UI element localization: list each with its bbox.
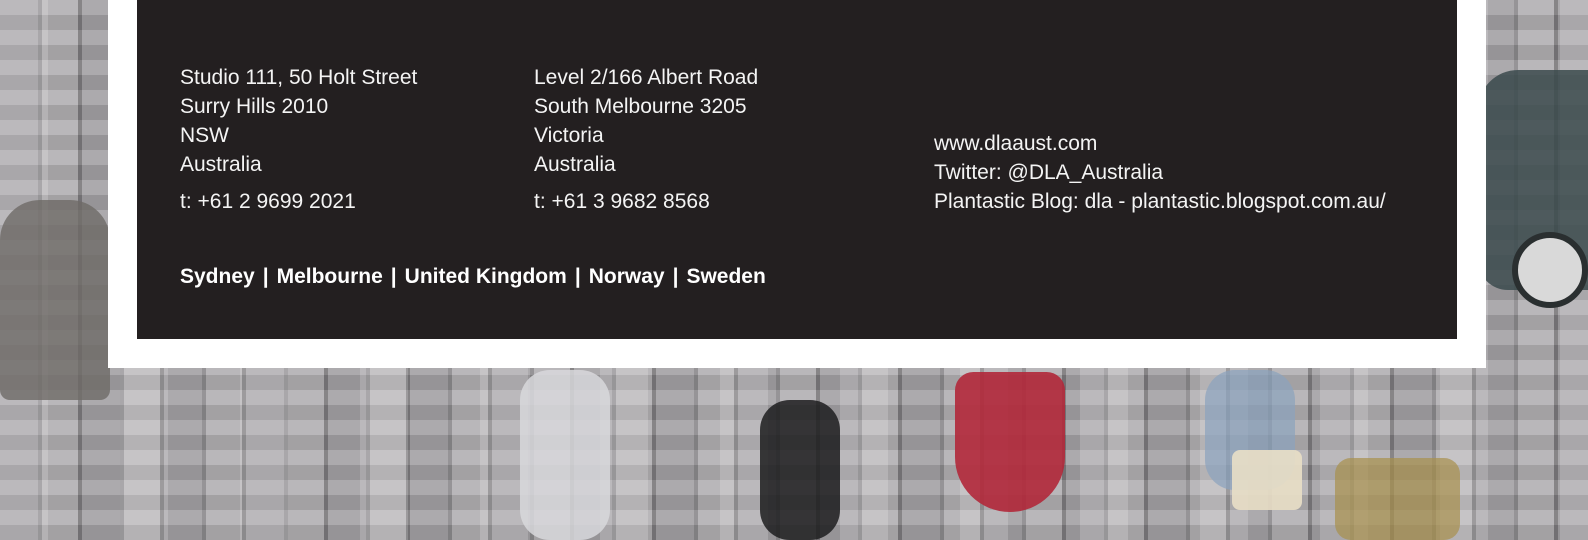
- address-line: Surry Hills 2010: [180, 95, 329, 118]
- office-melbourne: Melbourne: [276, 265, 383, 288]
- blog-link[interactable]: Plantastic Blog: dla - plantastic.blogsp…: [934, 187, 1386, 216]
- shopping-bag-image: [1232, 450, 1302, 510]
- manhole-cover-image: [1335, 458, 1460, 540]
- address-line: Victoria: [534, 124, 604, 147]
- twitter-link[interactable]: Twitter: @DLA_Australia: [934, 158, 1386, 187]
- sydney-address-block: Studio 111, 50 Holt Street Surry Hills 2…: [180, 63, 417, 216]
- address-line: Studio 111, 50 Holt Street: [180, 66, 418, 89]
- office-locations: Sydney | Melbourne | United Kingdom | Norway | S…: [180, 265, 766, 289]
- sydney-phone[interactable]: t: +61 2 9699 2021: [180, 187, 417, 216]
- website-link[interactable]: www.dlaaust.com: [934, 129, 1386, 158]
- melbourne-phone[interactable]: t: +61 3 9682 8568: [534, 187, 758, 216]
- address-line: NSW: [180, 124, 229, 147]
- person-image: [0, 200, 110, 400]
- contact-links-block: www.dlaaust.com Twitter: @DLA_Australia …: [934, 129, 1386, 216]
- office-sweden: Sweden: [686, 265, 766, 288]
- office-sydney: Sydney: [180, 265, 255, 288]
- office-separator: |: [672, 265, 679, 288]
- melbourne-address-block: Level 2/166 Albert Road South Melbourne …: [534, 63, 758, 216]
- person-image: [520, 370, 610, 540]
- address-line: South Melbourne 3205: [534, 95, 747, 118]
- office-separator: |: [574, 265, 581, 288]
- office-norway: Norway: [588, 265, 665, 288]
- office-united-kingdom: United Kingdom: [404, 265, 567, 288]
- car-wheel-image: [1512, 232, 1588, 308]
- person-image: [955, 372, 1065, 512]
- address-line: Level 2/166 Albert Road: [534, 66, 759, 89]
- address-line: Australia: [180, 153, 262, 176]
- footer-panel: Studio 111, 50 Holt Street Surry Hills 2…: [137, 0, 1457, 339]
- address-line: Australia: [534, 153, 616, 176]
- person-image: [760, 400, 840, 540]
- office-separator: |: [390, 265, 397, 288]
- office-separator: |: [262, 265, 269, 288]
